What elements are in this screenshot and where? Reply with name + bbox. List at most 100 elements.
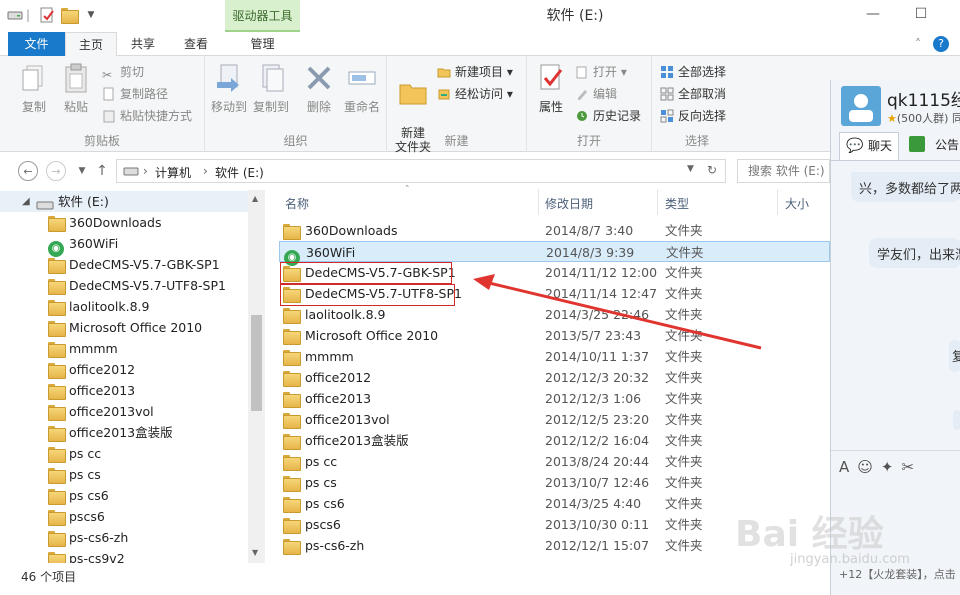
open-button[interactable]: 打开 ▾ — [575, 62, 627, 82]
nav-item[interactable]: ps cs6 — [0, 485, 248, 506]
nav-item[interactable]: laolitoolk.8.9 — [0, 296, 248, 317]
move-to-button[interactable]: 移动到 — [207, 60, 251, 115]
select-all-button[interactable]: 全部选择 — [660, 62, 726, 82]
new-group: 新建 文件夹 新建项目 ▾ 经松访问 ▾ 新建 — [387, 56, 527, 154]
up-button[interactable]: ↑ — [92, 161, 112, 181]
tab-manage[interactable]: 管理 — [225, 32, 300, 56]
file-row[interactable]: 360Downloads 2014/8/7 3:40 文件夹 — [279, 220, 830, 241]
address-bar[interactable]: › 计算机 › 软件 (E:) ▼ ↻ — [116, 159, 726, 183]
copy-to-button[interactable]: 复制到 — [249, 60, 293, 115]
file-date: 2014/8/7 3:40 — [545, 223, 634, 238]
nav-item-label: office2012 — [69, 362, 136, 377]
history-icon — [575, 109, 589, 123]
easy-access-button[interactable]: 经松访问 ▾ — [437, 84, 513, 104]
nav-scroll-thumb[interactable] — [251, 315, 262, 411]
magic-icon[interactable]: ✦ — [881, 458, 902, 476]
nav-item[interactable]: ps-cs6-zh — [0, 527, 248, 548]
nav-item[interactable]: pscs6 — [0, 506, 248, 527]
ribbon-expand-icon[interactable]: ˄ — [910, 32, 926, 56]
group-meta-text: (500人群) 同 — [896, 112, 960, 125]
paste-shortcut-button[interactable]: 粘贴快捷方式 — [102, 106, 192, 126]
expand-arrow-icon[interactable]: ◢ — [22, 191, 30, 212]
breadcrumb-computer[interactable]: 计算机 — [155, 164, 191, 181]
nav-item[interactable]: office2013盒装版 — [0, 422, 248, 443]
breadcrumb-drive[interactable]: 软件 (E:) — [215, 164, 264, 181]
nav-item[interactable]: 360Downloads — [0, 212, 248, 233]
nav-item[interactable]: Microsoft Office 2010 — [0, 317, 248, 338]
forward-button[interactable]: → — [46, 161, 66, 181]
column-header-size[interactable]: 大小 — [785, 195, 809, 212]
cut-button[interactable]: ✂ 剪切 — [102, 62, 144, 82]
nav-item[interactable]: DedeCMS-V5.7-GBK-SP1 — [0, 254, 248, 275]
scroll-up-icon[interactable]: ▲ — [252, 194, 258, 203]
column-divider[interactable] — [538, 189, 539, 215]
file-row[interactable]: office2013 2012/12/3 1:06 文件夹 — [279, 388, 830, 409]
nav-item[interactable]: ps cs — [0, 464, 248, 485]
nav-item[interactable]: office2013vol — [0, 401, 248, 422]
minimize-button[interactable]: — — [850, 0, 896, 28]
file-row[interactable]: office2012 2012/12/3 20:32 文件夹 — [279, 367, 830, 388]
address-dropdown-icon[interactable]: ▼ — [687, 164, 694, 174]
nav-item[interactable]: office2012 — [0, 359, 248, 380]
select-none-button[interactable]: 全部取消 — [660, 84, 726, 104]
file-date: 2012/12/5 23:20 — [545, 412, 650, 427]
column-divider[interactable] — [777, 189, 778, 215]
group-avatar[interactable] — [841, 86, 881, 126]
file-row[interactable]: ps cs 2013/10/7 12:46 文件夹 — [279, 472, 830, 493]
rename-button[interactable]: 重命名 — [339, 60, 385, 115]
nav-item[interactable]: office2013 — [0, 380, 248, 401]
nav-item[interactable]: ps cc — [0, 443, 248, 464]
column-header-type[interactable]: 类型 — [665, 195, 689, 212]
search-input[interactable]: 搜索 软件 (E:) — [737, 159, 830, 183]
column-divider[interactable] — [657, 189, 658, 215]
nav-item-label: ps-cs9v2 — [69, 551, 125, 563]
nav-item-label: ps cc — [69, 446, 102, 461]
properties-button[interactable]: 属性 — [533, 60, 569, 115]
copy-path-button[interactable]: 复制路径 — [102, 84, 168, 104]
tab-notice[interactable]: 公告 — [907, 132, 960, 160]
copy-path-label: 复制路径 — [120, 87, 169, 101]
invert-selection-button[interactable]: 反向选择 — [660, 106, 726, 126]
nav-item[interactable]: mmmm — [0, 338, 248, 359]
properties-label: 属性 — [538, 100, 563, 114]
column-header-modified[interactable]: 修改日期 — [545, 195, 593, 212]
font-icon[interactable]: A — [839, 458, 857, 476]
organize-group: 移动到 复制到 删除 重命名 组织 — [205, 56, 387, 152]
scroll-down-icon[interactable]: ▼ — [252, 548, 258, 557]
file-row[interactable]: office2013vol 2012/12/5 23:20 文件夹 — [279, 409, 830, 430]
maximize-button[interactable]: ☐ — [898, 0, 944, 28]
tab-file[interactable]: 文件 — [8, 32, 65, 56]
nav-item-label: DedeCMS-V5.7-UTF8-SP1 — [69, 278, 226, 293]
screenshot-icon[interactable]: ✂ — [901, 458, 922, 476]
emoji-icon[interactable]: ☺ — [857, 458, 881, 476]
tab-home[interactable]: 主页 — [65, 32, 117, 57]
move-to-icon — [213, 62, 245, 94]
file-row[interactable]: office2013盒装版 2012/12/2 16:04 文件夹 — [279, 430, 830, 451]
file-row[interactable]: ps cc 2013/8/24 20:44 文件夹 — [279, 451, 830, 472]
nav-drive-root[interactable]: ◢ 软件 (E:) — [0, 191, 248, 212]
back-button[interactable]: ← — [18, 161, 38, 181]
file-name: ps-cs6-zh — [305, 538, 365, 553]
nav-item[interactable]: ◉ 360WiFi — [0, 233, 248, 257]
history-button[interactable]: 历史记录 — [575, 106, 641, 126]
chat-message: 学友们，出来溜 — [869, 238, 960, 268]
copy-path-icon — [102, 87, 116, 101]
edit-button[interactable]: 编辑 — [575, 84, 617, 104]
tab-share[interactable]: 共享 — [118, 32, 168, 56]
nav-scrollbar[interactable]: ▲ ▼ — [248, 190, 265, 563]
delete-button[interactable]: 删除 — [301, 60, 337, 115]
nav-item-label: 360Downloads — [69, 215, 162, 230]
copy-button[interactable]: 复制 — [14, 60, 54, 115]
new-item-button[interactable]: 新建项目 ▾ — [437, 62, 513, 82]
refresh-icon[interactable]: ↻ — [707, 163, 717, 177]
watermark-url: jingyan.baidu.com — [790, 552, 910, 567]
help-icon[interactable]: ? — [933, 36, 949, 52]
file-row[interactable]: ◉ 360WiFi 2014/8/3 9:39 文件夹 — [279, 241, 830, 266]
tab-view[interactable]: 查看 — [170, 32, 222, 56]
paste-button[interactable]: 粘贴 — [56, 60, 96, 115]
tab-chat[interactable]: 💬 聊天 — [839, 132, 899, 160]
recent-dropdown-icon[interactable]: ▼ — [72, 161, 92, 181]
nav-item[interactable]: DedeCMS-V5.7-UTF8-SP1 — [0, 275, 248, 296]
nav-item[interactable]: ps-cs9v2 — [0, 548, 248, 563]
column-header-name[interactable]: 名称 — [285, 195, 309, 212]
